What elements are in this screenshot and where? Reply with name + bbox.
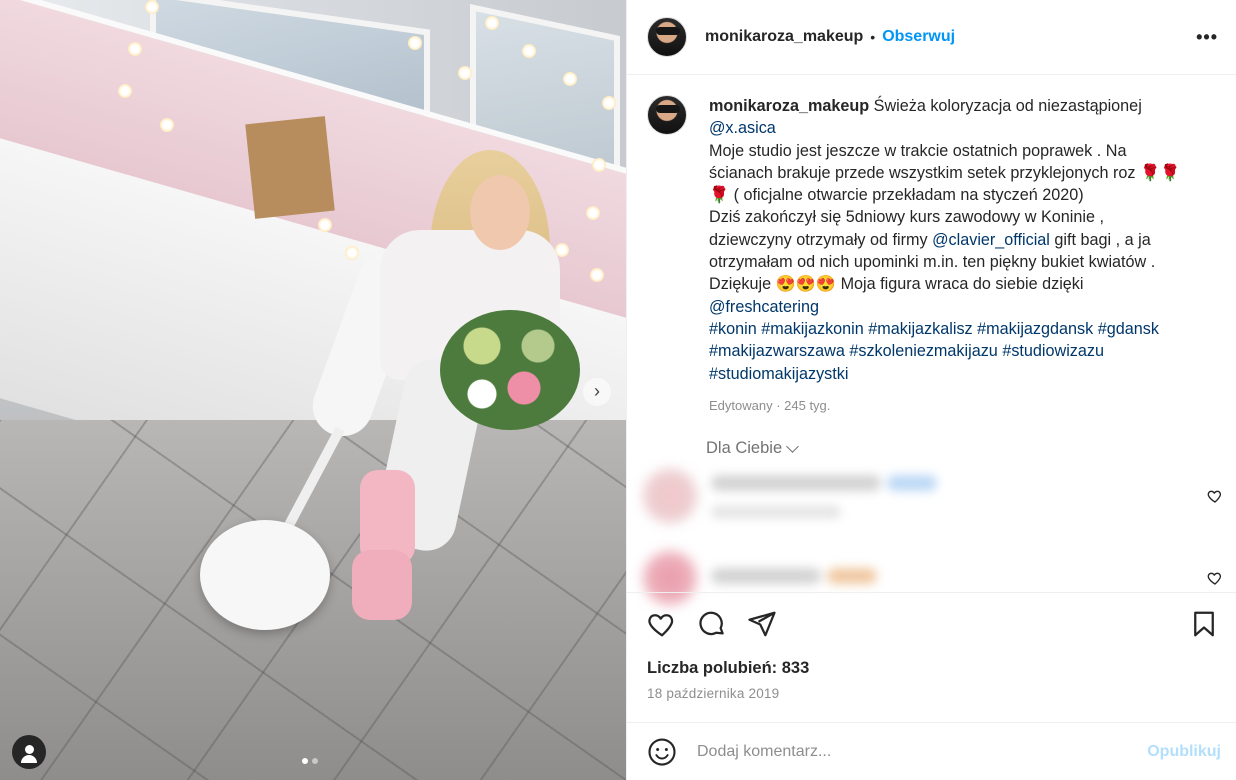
heart-icon[interactable]: [1207, 570, 1223, 586]
more-icon[interactable]: •••: [1196, 27, 1218, 48]
caption-line: Dziękuje: [709, 275, 772, 294]
hashtag-link[interactable]: #makijazkonin: [761, 320, 864, 338]
photo-bulb: [128, 42, 142, 56]
rose-emoji: 🌹: [1139, 163, 1161, 182]
hashtag-link[interactable]: #makijazwarszawa: [709, 342, 845, 360]
carousel-dot: [312, 758, 318, 764]
hashtag-link[interactable]: #szkoleniezmakijazu: [849, 342, 997, 360]
photo-bulb: [485, 16, 499, 30]
caption-line: dziewczyny otrzymały od firmy: [709, 230, 928, 249]
mention-link[interactable]: @freshcatering: [709, 298, 819, 316]
add-comment-bar: Opublikuj: [627, 722, 1236, 780]
caption-line: Moje studio jest jeszcze w trakcie ostat…: [709, 141, 1127, 160]
caption-line: Dziś zakończył się 5dniowy kurs zawodowy…: [709, 208, 1104, 227]
avatar[interactable]: [647, 17, 687, 57]
heart-icon[interactable]: [647, 609, 677, 639]
photo-bulb: [602, 96, 616, 110]
heart-eyes-emoji: 😍: [795, 275, 816, 294]
photo-boot: [352, 550, 412, 620]
follow-button[interactable]: Obserwuj: [882, 28, 955, 46]
post-date[interactable]: 18 października 2019: [647, 686, 779, 701]
photo-bulb: [408, 36, 422, 50]
photo-bouquet: [440, 310, 580, 430]
chevron-down-icon: [786, 440, 799, 453]
user-tag-icon[interactable]: [12, 735, 46, 769]
caption-line: otrzymałam od nich upominki m.in. ten pi…: [709, 253, 1156, 272]
carousel-next-icon[interactable]: ›: [583, 378, 611, 406]
photo-bulb: [590, 268, 604, 282]
caption-meta: Edytowany · 245 tyg.: [709, 397, 831, 413]
post-header: monikaroza_makeup • Obserwuj •••: [627, 0, 1236, 75]
carousel-dot-active: [302, 758, 308, 764]
caption-line: Świeża koloryzacja od niezastąpionej: [873, 97, 1142, 115]
comment-input[interactable]: [697, 742, 1117, 761]
hashtag-link[interactable]: #makijazgdansk: [977, 320, 1093, 338]
avatar[interactable]: [643, 469, 697, 523]
photo-person-face: [470, 175, 530, 250]
photo-bulb: [586, 206, 600, 220]
comment-icon[interactable]: [697, 609, 727, 639]
photo-bulb: [160, 118, 174, 132]
photo-bulb: [318, 218, 332, 232]
heart-eyes-emoji: 😍: [775, 275, 796, 294]
photo-bulb: [592, 158, 606, 172]
photo-paper-bag: [245, 116, 335, 219]
action-bar: [627, 592, 1236, 654]
rose-emoji: 🌹: [709, 186, 730, 205]
photo-bulb: [118, 84, 132, 98]
rose-emoji: 🌹: [1160, 163, 1181, 182]
comment-item: [643, 466, 1223, 526]
caption-block: monikaroza_makeup Świeża koloryzacja od …: [647, 95, 1217, 417]
photo-bulb: [458, 66, 472, 80]
caption-line: gift bagi , a ja: [1054, 230, 1151, 249]
post-photo[interactable]: ›: [0, 0, 626, 780]
heart-eyes-emoji: 😍: [815, 275, 837, 294]
avatar[interactable]: [647, 95, 687, 135]
post-side-panel: monikaroza_makeup • Obserwuj ••• monikar…: [626, 0, 1236, 780]
carousel-indicator: [302, 758, 318, 764]
likes-count[interactable]: Liczba polubień: 833: [647, 659, 809, 678]
hashtag-link[interactable]: #makijazkalisz: [868, 320, 972, 338]
hashtag-link[interactable]: #konin: [709, 320, 757, 338]
mention-link[interactable]: @clavier_official: [932, 231, 1050, 249]
hashtag-link[interactable]: #studiowizazu: [1002, 342, 1104, 360]
photo-stool-base: [200, 520, 330, 630]
publish-button[interactable]: Opublikuj: [1147, 743, 1221, 761]
header-username[interactable]: monikaroza_makeup: [705, 28, 863, 46]
comment-blurred-text: [711, 567, 877, 589]
hashtag-link[interactable]: #gdansk: [1098, 320, 1159, 338]
photo-bulb: [145, 0, 159, 14]
header-separator: •: [870, 29, 876, 45]
caption-username[interactable]: monikaroza_makeup: [709, 97, 869, 115]
photo-bulb: [345, 246, 359, 260]
comment-blurred-text: [711, 474, 937, 518]
for-you-dropdown[interactable]: Dla Ciebie: [706, 439, 799, 458]
mention-link[interactable]: @x.asica: [709, 119, 776, 137]
caption-line: ( oficjalne otwarcie przekładam na stycz…: [733, 186, 1084, 205]
caption-line: ścianach brakuje przede wszystkim setek …: [709, 163, 1136, 182]
caption-text: monikaroza_makeup Świeża koloryzacja od …: [709, 95, 1180, 417]
emoji-icon[interactable]: [647, 737, 677, 767]
photo-bulb: [522, 44, 536, 58]
photo-bulb: [563, 72, 577, 86]
hashtag-link[interactable]: #studiomakijazystki: [709, 365, 848, 383]
for-you-label: Dla Ciebie: [706, 439, 783, 457]
share-icon[interactable]: [747, 609, 777, 639]
caption-line: Moja figura wraca do siebie dzięki: [840, 275, 1084, 294]
bookmark-icon[interactable]: [1189, 609, 1219, 639]
heart-icon[interactable]: [1207, 488, 1223, 504]
